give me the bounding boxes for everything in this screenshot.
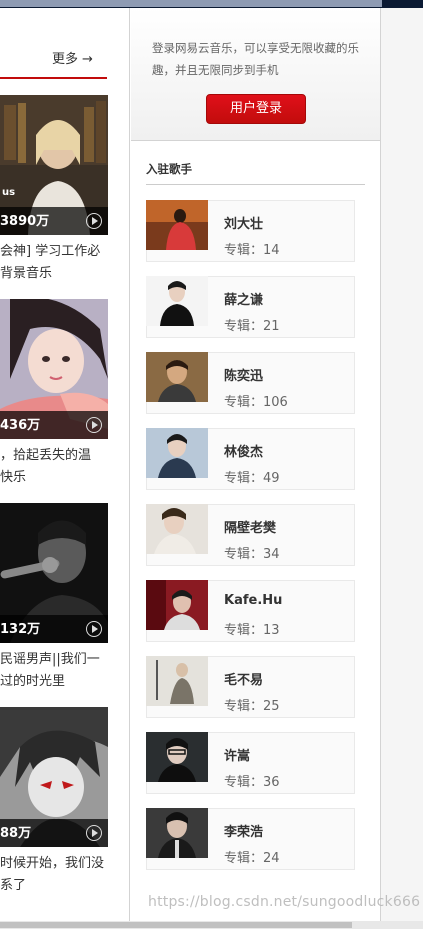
singer-albums: 专辑：106 bbox=[224, 395, 288, 410]
playlist-title-line2: 过的时光里 bbox=[0, 674, 66, 689]
singer-name: 毛不易 bbox=[224, 673, 264, 688]
singer-avatar bbox=[146, 808, 208, 858]
singer-name: 刘大壮 bbox=[224, 217, 264, 232]
playlist-title-line2: 背景音乐 bbox=[0, 266, 53, 281]
horizontal-scrollbar[interactable] bbox=[0, 921, 423, 929]
playlist-title-line2: 快乐 bbox=[0, 470, 27, 485]
singer-avatar bbox=[146, 732, 208, 782]
singer-albums: 专辑：34 bbox=[224, 547, 280, 562]
page-content: 更多 → us 3890万 会神] 学习工作必 背景音乐 436万 ，拾起丢失的… bbox=[0, 8, 381, 921]
singer-avatar bbox=[146, 276, 208, 326]
play-count: 132万 bbox=[0, 622, 41, 637]
playlist-title-line2: 系了 bbox=[0, 878, 27, 893]
arrow-right-icon: → bbox=[82, 52, 93, 67]
singer-name: 隔壁老樊 bbox=[224, 521, 277, 536]
singer-albums: 专辑：14 bbox=[224, 243, 280, 258]
play-count: 88万 bbox=[0, 826, 32, 841]
play-icon[interactable] bbox=[86, 825, 102, 841]
singer-card[interactable]: 陈奕迅 专辑：106 bbox=[146, 352, 355, 414]
singer-name: 陈奕迅 bbox=[224, 369, 264, 384]
singer-avatar bbox=[146, 200, 208, 250]
watermark-text: https://blog.csdn.net/sungoodluck666 bbox=[148, 894, 421, 910]
singer-name: 李荣浩 bbox=[224, 825, 264, 840]
playlist-title[interactable]: ，拾起丢失的温 快乐 bbox=[0, 445, 118, 489]
singer-albums: 专辑：36 bbox=[224, 775, 280, 790]
singer-name: 许嵩 bbox=[224, 749, 251, 764]
play-icon[interactable] bbox=[86, 621, 102, 637]
play-icon[interactable] bbox=[86, 417, 102, 433]
playlist-title-line1: ，拾起丢失的温 bbox=[0, 448, 92, 463]
login-prompt: 登录网易云音乐，可以享受无限收藏的乐趣，并且无限同步到手机 bbox=[152, 41, 359, 77]
singer-avatar bbox=[146, 580, 208, 630]
playlist-cover[interactable]: 436万 bbox=[0, 299, 108, 439]
playlist-title[interactable]: 民谣男声||我们一 过的时光里 bbox=[0, 649, 118, 693]
user-login-button[interactable]: 用户登录 bbox=[206, 94, 306, 124]
singer-avatar bbox=[146, 504, 208, 554]
play-count: 436万 bbox=[0, 418, 41, 433]
playlist-title-line1: 民谣男声||我们一 bbox=[0, 652, 100, 667]
play-count: 3890万 bbox=[0, 214, 50, 229]
singer-name: 林俊杰 bbox=[224, 445, 264, 460]
playlist-title-line1: 会神] 学习工作必 bbox=[0, 244, 101, 259]
singer-avatar bbox=[146, 428, 208, 478]
settled-singers-title: 入驻歌手 bbox=[146, 162, 192, 176]
singer-name: 薛之谦 bbox=[224, 293, 264, 308]
cover-caption: us bbox=[2, 187, 16, 198]
play-icon[interactable] bbox=[86, 213, 102, 229]
singer-card[interactable]: 许嵩 专辑：36 bbox=[146, 732, 355, 794]
singer-card[interactable]: 李荣浩 专辑：24 bbox=[146, 808, 355, 870]
singer-albums: 专辑：25 bbox=[224, 699, 280, 714]
singer-albums: 专辑：21 bbox=[224, 319, 280, 334]
singer-avatar bbox=[146, 656, 208, 706]
login-panel: 登录网易云音乐，可以享受无限收藏的乐趣，并且无限同步到手机 用户登录 bbox=[131, 8, 380, 141]
singer-avatar bbox=[146, 352, 208, 402]
singer-albums: 专辑：49 bbox=[224, 471, 280, 486]
playlist-cover[interactable]: 88万 bbox=[0, 707, 108, 847]
more-link[interactable]: 更多 → bbox=[52, 48, 93, 67]
singer-card[interactable]: 刘大壮 专辑：14 bbox=[146, 200, 355, 262]
top-nav-strip bbox=[0, 0, 423, 8]
section-divider bbox=[146, 184, 365, 185]
singer-albums: 专辑：13 bbox=[224, 623, 280, 638]
more-label: 更多 bbox=[52, 52, 79, 67]
scrollbar-thumb[interactable] bbox=[0, 922, 352, 928]
singer-card[interactable]: Kafe.Hu 专辑：13 bbox=[146, 580, 355, 642]
singer-card[interactable]: 薛之谦 专辑：21 bbox=[146, 276, 355, 338]
playlist-title[interactable]: 时候开始，我们没 系了 bbox=[0, 853, 118, 897]
playlist-title[interactable]: 会神] 学习工作必 背景音乐 bbox=[0, 241, 118, 285]
section-underline bbox=[0, 77, 107, 79]
hot-recommend-column: 更多 → us 3890万 会神] 学习工作必 背景音乐 436万 ，拾起丢失的… bbox=[0, 8, 130, 921]
singer-card[interactable]: 毛不易 专辑：25 bbox=[146, 656, 355, 718]
playlist-title-line1: 时候开始，我们没 bbox=[0, 856, 105, 871]
playlist-cover[interactable]: 132万 bbox=[0, 503, 108, 643]
playlist-cover[interactable]: us 3890万 bbox=[0, 95, 108, 235]
sidebar: 登录网易云音乐，可以享受无限收藏的乐趣，并且无限同步到手机 用户登录 入驻歌手 … bbox=[131, 8, 380, 921]
singer-name: Kafe.Hu bbox=[224, 593, 283, 608]
singer-card[interactable]: 隔壁老樊 专辑：34 bbox=[146, 504, 355, 566]
singer-card[interactable]: 林俊杰 专辑：49 bbox=[146, 428, 355, 490]
singer-albums: 专辑：24 bbox=[224, 851, 280, 866]
